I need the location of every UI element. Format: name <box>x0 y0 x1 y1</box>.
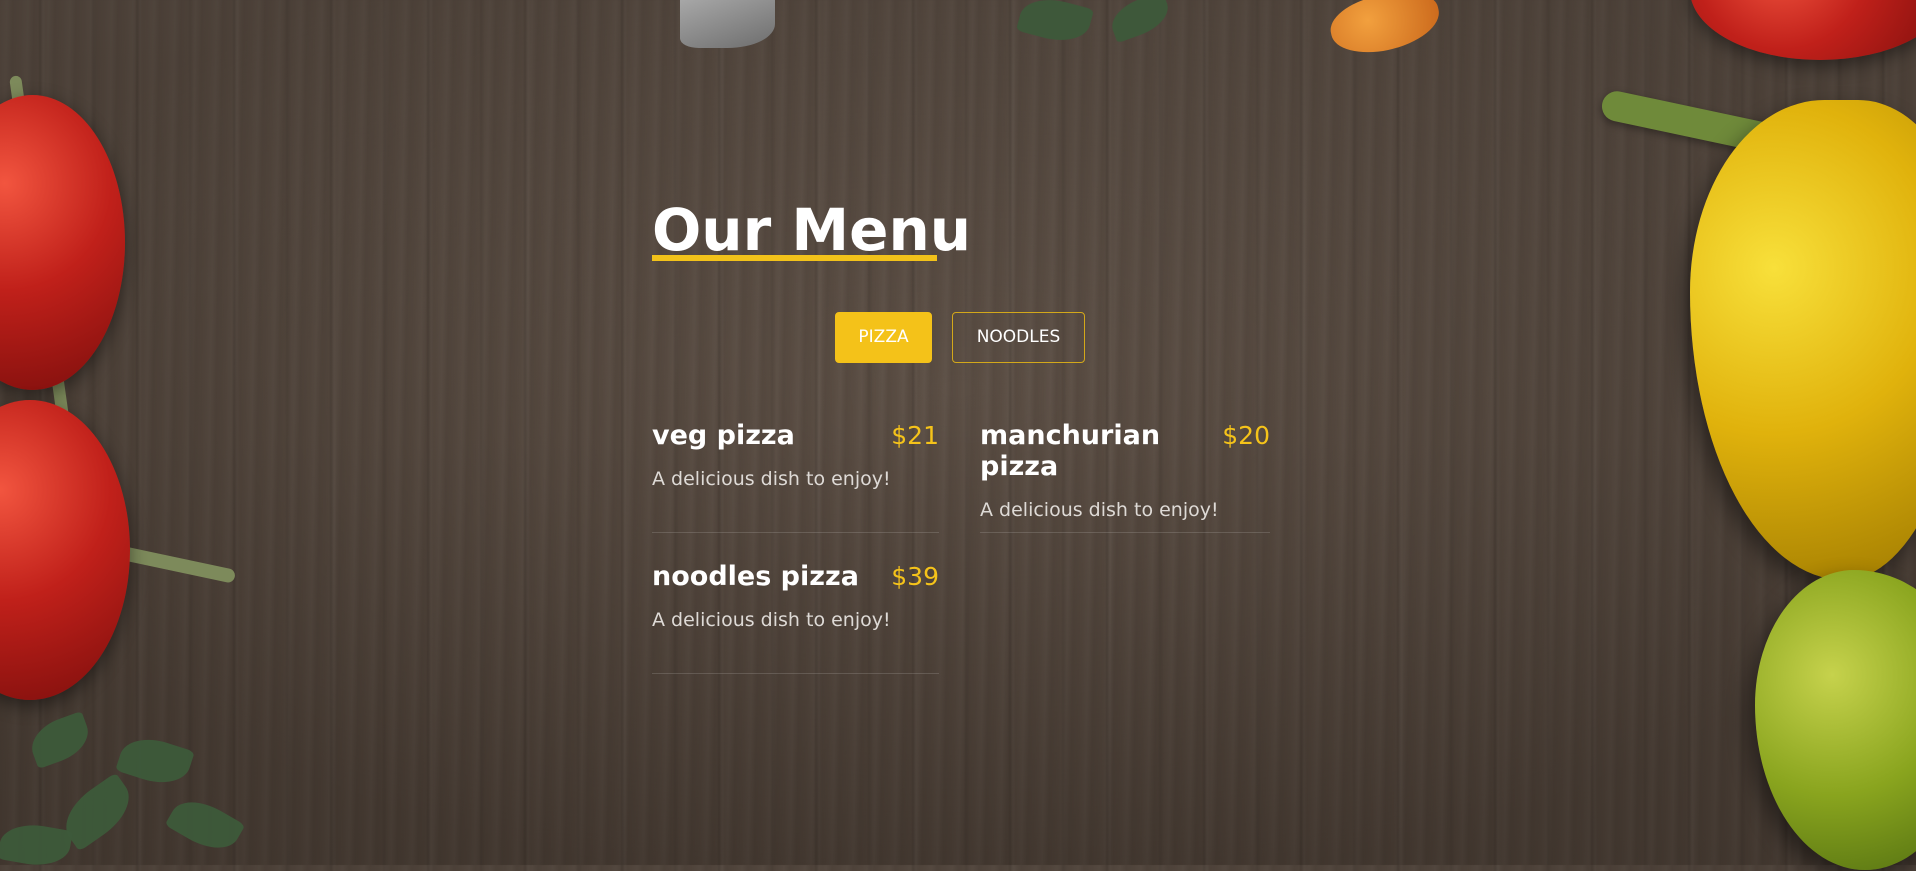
menu-item-name: veg pizza <box>652 420 795 451</box>
menu-item-name: manchurian pizza <box>980 420 1161 482</box>
menu-item-manchurian-pizza[interactable]: manchurian pizza $20 A delicious dish to… <box>980 420 1270 533</box>
herb-leaf <box>24 710 96 770</box>
herb-leaf <box>115 730 195 792</box>
carrot <box>1325 0 1445 61</box>
knife-tip <box>680 0 775 48</box>
menu-item-price: $20 <box>1222 421 1270 450</box>
menu-item-name: noodles pizza <box>652 561 859 592</box>
menu-item-price: $39 <box>891 562 939 591</box>
tab-pizza[interactable]: PIZZA <box>835 311 932 363</box>
yellow-pepper <box>1690 100 1916 580</box>
tab-noodles[interactable]: NOODLES <box>952 311 1085 363</box>
menu-tabs: PIZZA NOODLES <box>835 311 1272 363</box>
tomato-top-left <box>0 95 125 390</box>
herb-leaf-top <box>1105 0 1175 44</box>
menu-item-noodles-pizza[interactable]: noodles pizza $39 A delicious dish to en… <box>652 561 939 674</box>
menu-section: Our Menu PIZZA NOODLES veg pizza $21 A d… <box>652 196 1272 674</box>
menu-item-description: A delicious dish to enjoy! <box>652 468 891 490</box>
herb-leaf <box>0 819 73 871</box>
herb-leaf-top <box>1016 0 1094 49</box>
tomato-top-right <box>1690 0 1916 60</box>
menu-item-price: $21 <box>891 421 939 450</box>
menu-item-description: A delicious dish to enjoy! <box>652 609 891 631</box>
tomato-mid-left <box>0 400 130 700</box>
menu-item-veg-pizza[interactable]: veg pizza $21 A delicious dish to enjoy! <box>652 420 939 533</box>
menu-item-description: A delicious dish to enjoy! <box>980 499 1219 521</box>
green-pepper <box>1755 570 1916 870</box>
herb-leaf <box>164 790 246 860</box>
page-title: Our Menu <box>652 196 972 264</box>
